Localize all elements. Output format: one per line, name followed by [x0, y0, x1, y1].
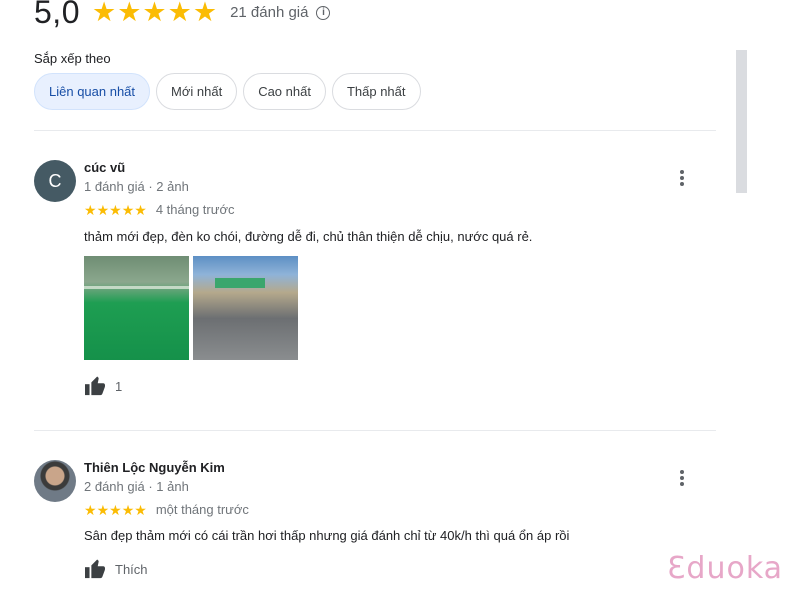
scrollbar-thumb[interactable] — [736, 50, 747, 193]
star-icon: ★ — [91, 0, 117, 27]
reviewer-name[interactable]: Thiên Lộc Nguyễn Kim — [84, 460, 225, 475]
sort-chip-highest[interactable]: Cao nhất — [243, 73, 326, 110]
review-card: Thiên Lộc Nguyễn Kim 2 đánh giá · 1 ảnh … — [34, 460, 716, 590]
like-count: 1 — [115, 378, 123, 394]
star-icon: ★ — [121, 201, 135, 218]
review-stars: ★ ★ ★ ★ ★ — [84, 203, 147, 217]
sort-label: Sắp xếp theo — [34, 51, 111, 66]
star-icon: ★ — [134, 201, 147, 218]
star-icon: ★ — [121, 501, 135, 518]
review-card: C cúc vũ 1 đánh giá · 2 ảnh ★ ★ ★ ★ ★ 4 … — [34, 160, 716, 400]
star-icon: ★ — [192, 0, 218, 27]
star-icon: ★ — [167, 0, 192, 27]
review-rating: ★ ★ ★ ★ ★ một tháng trước — [84, 502, 249, 517]
sort-chip-relevant[interactable]: Liên quan nhất — [34, 73, 151, 110]
star-icon: ★ — [84, 201, 97, 218]
thumbs-up-icon — [85, 376, 105, 396]
review-time: một tháng trước — [155, 502, 249, 517]
thumbs-up-icon — [85, 559, 105, 579]
star-icon: ★ — [96, 501, 110, 518]
divider — [34, 430, 716, 431]
review-time: 4 tháng trước — [155, 202, 235, 217]
avatar[interactable] — [34, 460, 76, 502]
badminton-court-photo[interactable] — [84, 256, 189, 360]
reviewer-name[interactable]: cúc vũ — [84, 160, 125, 175]
star-icon: ★ — [96, 201, 110, 218]
star-icon: ★ — [142, 0, 167, 27]
more-options-icon[interactable] — [676, 168, 688, 188]
star-icon: ★ — [117, 0, 142, 27]
rating-stars: ★ ★ ★ ★ ★ — [92, 0, 218, 26]
avatar[interactable]: C — [34, 160, 76, 202]
review-photos — [84, 256, 302, 360]
sort-chip-newest[interactable]: Mới nhất — [156, 73, 238, 110]
sort-chip-lowest[interactable]: Thấp nhất — [331, 73, 421, 110]
sort-options: Liên quan nhất Mới nhất Cao nhất Thấp nh… — [34, 73, 427, 110]
star-icon: ★ — [109, 201, 122, 218]
like-button[interactable]: 1 — [84, 376, 122, 396]
average-rating: 5,0 — [34, 0, 80, 30]
star-icon: ★ — [109, 501, 122, 518]
review-count: 21 đánh giá — [230, 4, 309, 21]
review-text: thảm mới đẹp, đèn ko chói, đường dễ đi, … — [84, 229, 533, 244]
star-icon: ★ — [84, 501, 97, 518]
more-options-icon[interactable] — [676, 468, 688, 488]
review-text: Sân đẹp thảm mới có cái trần hơi thấp nh… — [84, 528, 570, 543]
info-icon[interactable]: i — [316, 5, 331, 20]
like-button[interactable]: Thích — [84, 559, 148, 579]
divider — [34, 130, 716, 131]
reviewer-meta: 1 đánh giá · 2 ảnh — [84, 179, 189, 194]
like-label: Thích — [115, 561, 148, 577]
reviewer-meta: 2 đánh giá · 1 ảnh — [84, 479, 189, 494]
eduoka-watermark: Ɛduoka — [667, 551, 784, 586]
review-stars: ★ ★ ★ ★ ★ — [84, 503, 147, 517]
storefront-photo[interactable] — [193, 256, 298, 360]
star-icon: ★ — [134, 501, 147, 518]
rating-summary: 5,0 ★ ★ ★ ★ ★ 21 đánh giá i — [34, 0, 331, 31]
review-rating: ★ ★ ★ ★ ★ 4 tháng trước — [84, 202, 234, 217]
